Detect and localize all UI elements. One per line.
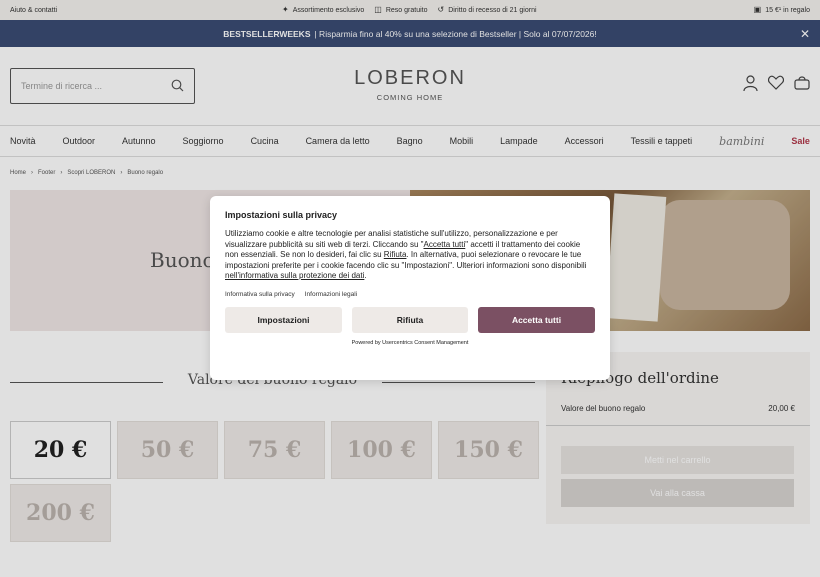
consent-title: Impostazioni sulla privacy xyxy=(225,210,338,220)
consent-reject-button[interactable]: Rifiuta xyxy=(352,306,468,333)
privacy-consent-dialog: Impostazioni sulla privacy Utilizziamo c… xyxy=(210,196,610,380)
consent-reject-link[interactable]: Rifiuta xyxy=(384,250,407,259)
privacy-policy-link[interactable]: Informativa sulla privacy xyxy=(225,291,295,298)
consent-links: Informativa sulla privacy Informazioni l… xyxy=(225,291,595,298)
consent-privacy-info-link[interactable]: nell'informativa sulla protezione dei da… xyxy=(225,271,364,280)
consent-accept-all-button[interactable]: Accetta tutti xyxy=(478,306,595,333)
consent-buttons: Impostazioni Rifiuta Accetta tutti xyxy=(225,306,595,333)
legal-info-link[interactable]: Informazioni legali xyxy=(305,291,357,298)
consent-accept-link[interactable]: Accetta tutti xyxy=(423,240,465,249)
consent-powered-by[interactable]: Powered by Usercentrics Consent Manageme… xyxy=(225,340,595,346)
consent-body: Utilizziamo cookie e altre tecnologie pe… xyxy=(225,229,595,282)
consent-settings-button[interactable]: Impostazioni xyxy=(225,306,342,333)
consent-text: . xyxy=(364,271,367,280)
